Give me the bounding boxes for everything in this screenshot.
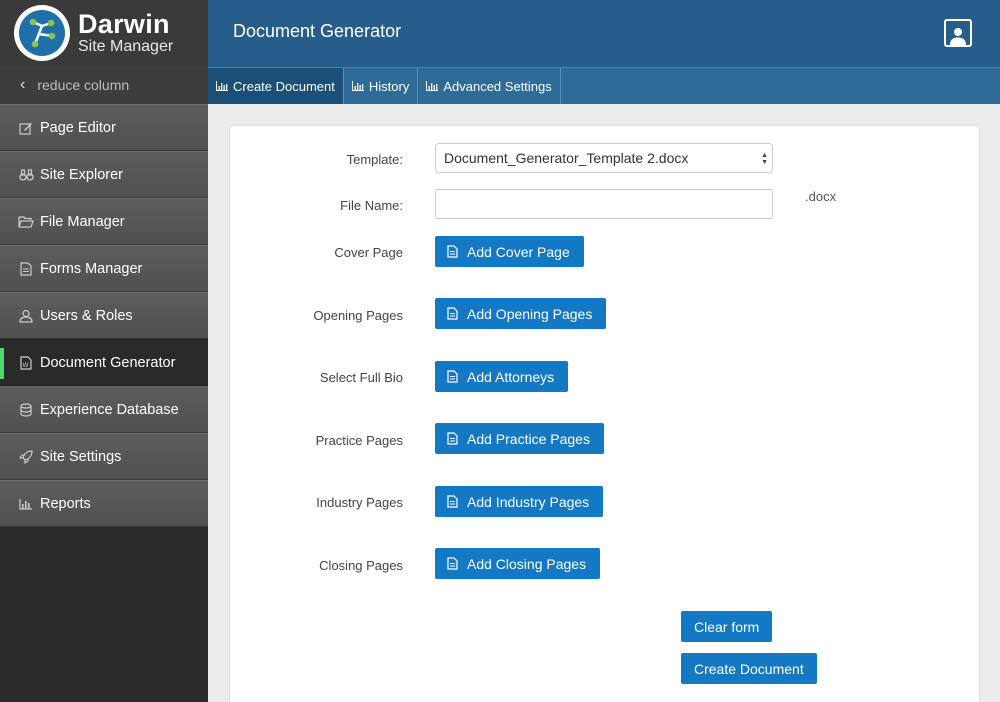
add-industry-pages-button[interactable]: Add Industry Pages <box>435 486 604 517</box>
file-name-input[interactable] <box>435 189 773 219</box>
brand[interactable]: Darwin Site Manager <box>0 0 208 66</box>
clear-form-button[interactable]: Clear form <box>681 611 773 642</box>
button-label: Clear form <box>694 618 760 635</box>
tab-history[interactable]: History <box>344 68 419 104</box>
sidebar-item-label: Document Generator <box>40 354 176 371</box>
file-name-label: File Name: <box>340 198 403 213</box>
button-label: Add Practice Pages <box>467 430 590 447</box>
file-icon <box>447 557 458 570</box>
file-extension-suffix: .docx <box>805 189 837 204</box>
document-icon <box>18 261 34 277</box>
cover-page-label: Cover Page <box>334 245 403 260</box>
sidebar-item-site-explorer[interactable]: Site Explorer <box>0 151 208 198</box>
tab-label: Create Document <box>233 78 335 94</box>
closing-pages-label: Closing Pages <box>319 558 403 573</box>
add-opening-pages-button[interactable]: Add Opening Pages <box>435 298 607 329</box>
select-arrows-icon: ▲ ▼ <box>761 152 768 166</box>
sidebar-item-page-editor[interactable]: Page Editor <box>0 104 208 151</box>
darwin-logo-icon <box>14 5 70 61</box>
opening-pages-label: Opening Pages <box>313 308 403 323</box>
button-label: Add Industry Pages <box>467 493 590 510</box>
button-label: Add Opening Pages <box>467 305 593 322</box>
sidebar-item-file-manager[interactable]: File Manager <box>0 198 208 245</box>
sidebar-item-label: Reports <box>40 495 91 512</box>
sidebar-item-label: Forms Manager <box>40 260 143 277</box>
tab-create-document[interactable]: Create Document <box>208 68 344 104</box>
reduce-column-label: reduce column <box>37 77 130 93</box>
user-icon <box>950 28 966 45</box>
bar-chart-icon <box>351 79 364 94</box>
tab-advanced-settings[interactable]: Advanced Settings <box>418 68 561 104</box>
button-label: Add Attorneys <box>467 368 555 385</box>
sidebar-item-document-generator[interactable]: W Document Generator <box>0 339 208 386</box>
sidebar: Darwin Site Manager ‹ reduce column Page… <box>0 0 208 702</box>
chevron-left-icon: ‹ <box>20 76 26 93</box>
sidebar-item-label: Site Explorer <box>40 166 124 183</box>
pencil-square-icon <box>18 120 34 136</box>
top-header: Document Generator <box>208 0 1000 67</box>
create-document-button[interactable]: Create Document <box>681 653 817 684</box>
sidebar-item-label: Experience Database <box>40 401 179 418</box>
bar-chart-icon <box>18 496 34 512</box>
brand-subtitle: Site Manager <box>78 38 174 55</box>
folder-open-icon <box>18 214 34 230</box>
sidebar-item-reports[interactable]: Reports <box>0 480 208 527</box>
button-label: Add Closing Pages <box>467 555 587 572</box>
sidebar-item-experience-database[interactable]: Experience Database <box>0 386 208 433</box>
file-icon <box>447 495 458 508</box>
file-icon <box>447 245 458 258</box>
brand-title: Darwin <box>78 9 170 39</box>
template-select-value: Document_Generator_Template 2.docx <box>444 150 689 166</box>
svg-text:W: W <box>23 362 29 369</box>
reduce-column-toggle[interactable]: ‹ reduce column <box>0 66 208 104</box>
tab-label: History <box>368 78 410 94</box>
sidebar-item-label: Users & Roles <box>40 307 133 324</box>
word-file-icon: W <box>18 355 34 371</box>
bar-chart-icon <box>426 79 439 94</box>
sidebar-item-site-settings[interactable]: Site Settings <box>0 433 208 480</box>
add-attorneys-button[interactable]: Add Attorneys <box>435 361 569 392</box>
button-label: Add Cover Page <box>467 243 570 260</box>
user-profile-button[interactable] <box>944 19 972 47</box>
sidebar-item-label: Page Editor <box>40 119 116 136</box>
bar-chart-icon <box>216 79 228 94</box>
add-closing-pages-button[interactable]: Add Closing Pages <box>435 548 601 579</box>
document-form-card: Template: Document_Generator_Template 2.… <box>229 125 980 702</box>
page-title: Document Generator <box>233 21 402 41</box>
tab-label: Advanced Settings <box>443 78 552 94</box>
tab-bar: Create Document History Advanced Setting… <box>208 67 1000 104</box>
sidebar-item-label: File Manager <box>40 213 125 230</box>
template-label: Template: <box>346 152 403 167</box>
add-practice-pages-button[interactable]: Add Practice Pages <box>435 423 604 454</box>
database-icon <box>18 402 34 418</box>
user-icon <box>18 308 34 324</box>
file-icon <box>447 307 458 320</box>
industry-pages-label: Industry Pages <box>316 495 403 510</box>
sidebar-item-forms-manager[interactable]: Forms Manager <box>0 245 208 292</box>
add-cover-page-button[interactable]: Add Cover Page <box>435 236 584 267</box>
binoculars-icon <box>18 167 34 183</box>
file-icon <box>447 432 458 445</box>
sidebar-item-users-roles[interactable]: Users & Roles <box>0 292 208 339</box>
select-full-bio-label: Select Full Bio <box>319 370 403 385</box>
template-select[interactable]: Document_Generator_Template 2.docx ▲ ▼ <box>435 143 773 173</box>
practice-pages-label: Practice Pages <box>315 433 403 448</box>
button-label: Create Document <box>694 660 804 677</box>
sidebar-item-label: Site Settings <box>40 448 122 465</box>
rocket-icon <box>18 449 34 465</box>
file-icon <box>447 370 458 383</box>
